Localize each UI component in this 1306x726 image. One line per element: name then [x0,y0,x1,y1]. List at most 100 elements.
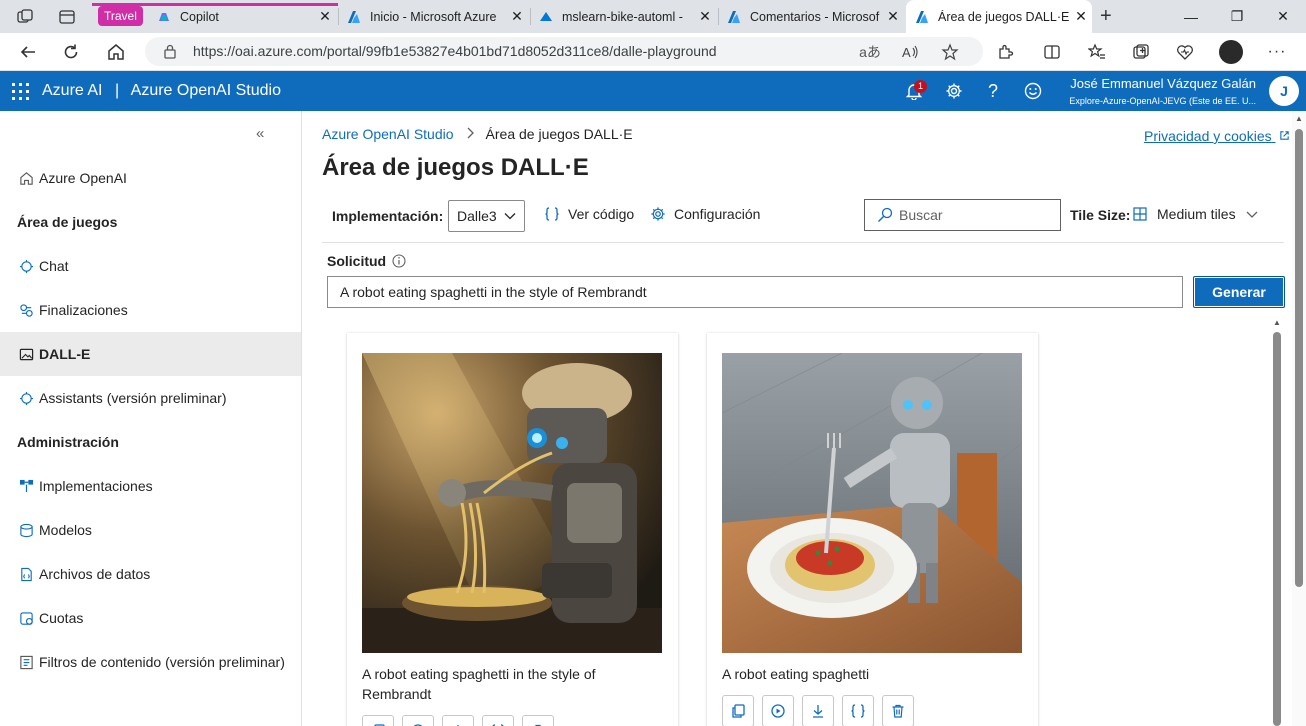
home-button[interactable] [101,38,131,66]
generated-image-rembrandt[interactable] [362,353,662,653]
close-icon[interactable]: ✕ [694,8,716,25]
result-caption: A robot eating spaghetti [722,666,870,682]
sidebar-item-label: Implementaciones [39,478,153,494]
close-icon[interactable]: ✕ [314,8,336,25]
refresh-button[interactable] [56,38,86,66]
breadcrumb-root-link[interactable]: Azure OpenAI Studio [322,126,454,142]
lock-icon [164,44,176,59]
tab-group-travel[interactable]: Travel [98,6,143,26]
delete-button[interactable] [882,695,914,726]
copy-button[interactable] [722,695,754,726]
generated-image-robot-spaghetti[interactable] [722,353,1022,653]
regenerate-button[interactable] [762,695,794,726]
result-actions [722,695,914,726]
sidebar-item-data-files[interactable]: Archivos de datos [0,552,301,596]
info-icon[interactable] [392,254,406,268]
prompt-input[interactable]: A robot eating spaghetti in the style of… [327,276,1183,308]
favorites-icon[interactable] [1082,38,1112,66]
feedback-button[interactable] [1021,79,1045,103]
collections-icon[interactable] [1126,38,1156,66]
page-scroll-thumb[interactable] [1295,129,1303,587]
minimize-button[interactable]: — [1168,0,1214,33]
view-code-result-button[interactable] [842,695,874,726]
collapse-sidebar-button[interactable]: « [256,125,264,142]
help-button[interactable]: ? [981,79,1005,103]
results-scrollbar[interactable]: ▲ [1270,318,1284,726]
profile-avatar[interactable] [1219,40,1243,64]
sidebar-item-label: Azure OpenAI [39,170,127,186]
tab-dalle-playground[interactable]: Área de juegos DALL·E ✕ [906,0,1092,33]
assistant-icon [18,390,34,406]
sidebar-item-quotas[interactable]: Cuotas [0,596,301,640]
search-input[interactable]: Buscar [864,199,1061,231]
deployment-label: Implementación: [332,208,444,224]
tab-copilot[interactable]: Copilot ✕ [156,0,336,33]
read-aloud-icon[interactable]: A [897,42,923,62]
tab-label: mslearn-bike-automl - [562,9,683,24]
split-screen-icon[interactable] [1037,38,1067,66]
sidebar-item-dalle[interactable]: DALL-E [0,332,301,376]
sidebar-item-deployments[interactable]: Implementaciones [0,464,301,508]
workspaces-icon[interactable] [16,8,34,29]
page-scrollbar[interactable]: ▲ [1292,111,1306,726]
sidebar-item-content-filters[interactable]: Filtros de contenido (versión preliminar… [0,640,301,684]
toolbar-divider [322,242,1284,243]
sidebar-item-completions[interactable]: Finalizaciones [0,288,301,332]
sidebar-item-label: Chat [39,258,69,274]
code-braces-icon [544,206,560,222]
notification-badge: 1 [914,80,927,93]
favorite-star-icon[interactable] [937,42,963,62]
settings-button[interactable] [942,79,966,103]
back-button[interactable] [13,38,43,66]
deployment-dropdown[interactable]: Dalle3 [448,200,525,232]
search-placeholder: Buscar [899,207,943,223]
tab-mslearn[interactable]: mslearn-bike-automl - ✕ [538,0,716,33]
scroll-up-icon[interactable]: ▲ [1295,114,1303,123]
scroll-up-icon[interactable]: ▲ [1273,318,1281,327]
tile-size-dropdown[interactable]: Medium tiles [1133,206,1258,222]
sidebar-item-models[interactable]: Modelos [0,508,301,552]
more-options-icon[interactable]: ··· [1262,38,1292,66]
user-resource[interactable]: Explore-Azure-OpenAI-JEVG (Este de EE. U… [1069,96,1256,106]
app-launcher-icon[interactable] [12,83,29,100]
sidebar-item-assistants[interactable]: Assistants (versión preliminar) [0,376,301,420]
download-button[interactable] [802,695,834,726]
url-text: https://oai.azure.com/portal/99fb1e53827… [193,43,717,59]
copy-icon [732,704,745,718]
close-icon[interactable]: ✕ [1070,8,1092,25]
copy-button[interactable] [362,715,394,726]
result-card: A robot eating spaghetti in the style of… [347,333,678,726]
user-name[interactable]: José Emmanuel Vázquez Galán [1070,76,1256,91]
view-code-result-button[interactable] [482,715,514,726]
close-icon[interactable]: ✕ [882,8,904,25]
generate-button[interactable]: Generar [1193,276,1285,308]
tab-azure-home[interactable]: Inicio - Microsoft Azure ✕ [346,0,528,33]
tab-actions-icon[interactable] [58,8,76,29]
url-field[interactable]: https://oai.azure.com/portal/99fb1e53827… [145,37,983,66]
new-tab-button[interactable]: + [1100,5,1112,28]
close-window-button[interactable]: ✕ [1260,0,1306,33]
regenerate-button[interactable] [402,715,434,726]
privacy-link[interactable]: Privacidad y cookies [1144,128,1290,144]
sidebar-item-label: DALL-E [39,346,91,362]
user-avatar[interactable]: J [1269,76,1299,106]
close-icon[interactable]: ✕ [506,8,528,25]
configuration-button[interactable]: Configuración [650,206,760,222]
browser-essentials-icon[interactable] [1170,38,1200,66]
sidebar-item-azure-openai[interactable]: Azure OpenAI [0,156,301,200]
download-button[interactable] [442,715,474,726]
code-braces-icon [851,704,865,718]
sidebar-item-chat[interactable]: Chat [0,244,301,288]
app-brand[interactable]: Azure AI | Azure OpenAI Studio [42,71,281,111]
sidebar-section-playground: Área de juegos [17,214,118,230]
results-scroll-thumb[interactable] [1273,332,1281,726]
notifications-button[interactable]: 1 [902,79,927,103]
delete-button[interactable] [522,715,554,726]
tab-comentarios[interactable]: Comentarios - Microsof ✕ [726,0,904,33]
deployments-icon [18,478,34,494]
extensions-icon[interactable] [990,38,1020,66]
tile-size-value: Medium tiles [1157,206,1236,222]
translate-icon[interactable]: aあ [857,42,883,62]
view-code-button[interactable]: Ver código [544,206,634,222]
maximize-button[interactable]: ❐ [1214,0,1260,33]
